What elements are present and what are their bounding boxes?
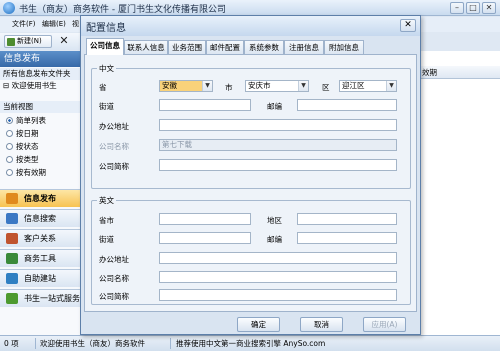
view-option[interactable]: 按日期 — [0, 128, 83, 140]
en-province-city-label: 省市 — [99, 216, 114, 225]
list-panel: 效期 — [420, 51, 500, 335]
chevron-down-icon: ▼ — [298, 81, 308, 91]
status-bar: 0 项 欢迎使用书生（商友）商务软件 推荐使用中文第一商业搜索引擎 AnySo.… — [0, 335, 500, 351]
short-name-label: 公司简称 — [99, 162, 129, 171]
en-address-label: 办公地址 — [99, 255, 129, 264]
view-option[interactable]: 按有效期 — [0, 167, 83, 179]
chevron-down-icon: ▼ — [202, 81, 212, 91]
radio-selected-icon — [6, 117, 13, 124]
info-search-icon — [6, 213, 18, 224]
en-province-city-input[interactable] — [159, 213, 251, 225]
chevron-down-icon: ▼ — [386, 81, 396, 91]
window-title: 书生（商友）商务软件 - 厦门书生文化传播有限公司 — [19, 5, 226, 15]
radio-icon — [6, 169, 13, 176]
info-publish-icon — [6, 193, 18, 204]
panel-header: 信息发布 — [0, 51, 83, 67]
radio-icon — [6, 143, 13, 150]
config-dialog: 配置信息 ✕ 公司信息 联系人信息 业务范围 邮件配置 系统参数 注册信息 附加… — [80, 15, 421, 335]
tab-panel-company: 中文 省 安徽 ▼ 市 安庆市 ▼ 区 迎江区 ▼ 街道 邮编 办公地址 公司名称 第… — [84, 54, 417, 312]
menu-view[interactable]: 视 — [72, 19, 79, 29]
app-logo-icon — [3, 2, 15, 14]
item-count: 0 项 — [4, 339, 19, 348]
tree-item[interactable]: ⊟ 欢迎使用书生 — [0, 80, 83, 92]
status-message: 欢迎使用书生（商友）商务软件 — [40, 339, 145, 348]
province-label: 省 — [99, 83, 107, 92]
company-name-input: 第七下载 — [159, 139, 397, 151]
current-view-label: 当前视图 — [0, 101, 83, 113]
nav-website[interactable]: 自助建站 — [0, 269, 83, 287]
province-select[interactable]: 安徽 ▼ — [159, 80, 213, 92]
radio-icon — [6, 130, 13, 137]
toolbar: 新建(N) ✕ — [0, 33, 88, 50]
customer-icon — [6, 233, 18, 244]
view-option[interactable]: 按类型 — [0, 154, 83, 166]
tools-icon — [6, 253, 18, 264]
en-short-name-input[interactable] — [159, 289, 397, 301]
english-legend: 英文 — [99, 196, 114, 205]
chinese-legend: 中文 — [99, 64, 114, 73]
column-header-expiry[interactable]: 效期 — [421, 66, 500, 79]
menu-file[interactable]: 文件(F) — [12, 19, 36, 29]
status-ad[interactable]: 推荐使用中文第一商业搜索引擎 AnySo.com — [176, 336, 325, 351]
dialog-title-bar: 配置信息 ✕ — [81, 16, 420, 36]
tab-system-params[interactable]: 系统参数 — [244, 40, 284, 54]
district-select[interactable]: 迎江区 ▼ — [339, 80, 397, 92]
tab-mail-config[interactable]: 邮件配置 — [206, 40, 244, 54]
en-address-input[interactable] — [159, 252, 397, 264]
nav-tools[interactable]: 商务工具 — [0, 249, 83, 267]
apply-button[interactable]: 应用(A) — [363, 317, 406, 332]
delete-icon[interactable]: ✕ — [58, 35, 70, 48]
nav-info-search[interactable]: 信息搜索 — [0, 209, 83, 227]
cancel-button[interactable]: 取消 — [300, 317, 343, 332]
tab-business-scope[interactable]: 业务范围 — [168, 40, 206, 54]
close-icon[interactable]: ✕ — [400, 19, 416, 32]
company-name-label: 公司名称 — [99, 142, 129, 151]
en-street-label: 街道 — [99, 235, 114, 244]
en-company-name-input[interactable] — [159, 271, 397, 283]
view-option[interactable]: 简单列表 — [0, 115, 83, 127]
postcode-input[interactable] — [297, 99, 397, 111]
en-company-name-label: 公司名称 — [99, 274, 129, 283]
street-input[interactable] — [159, 99, 251, 111]
tab-additional[interactable]: 附加信息 — [324, 40, 364, 54]
window-close-icon[interactable]: ✕ — [482, 2, 496, 14]
short-name-input[interactable] — [159, 159, 397, 171]
tab-contact-info[interactable]: 联系人信息 — [124, 40, 168, 54]
radio-icon — [6, 156, 13, 163]
en-region-input[interactable] — [297, 213, 397, 225]
address-input[interactable] — [159, 119, 397, 131]
en-postcode-input[interactable] — [297, 232, 397, 244]
main-title-bar: 书生（商友）商务软件 - 厦门书生文化传播有限公司 — [0, 0, 500, 16]
en-postcode-label: 邮编 — [267, 235, 282, 244]
service-icon — [6, 293, 18, 304]
nav-service[interactable]: 书生一站式服务 — [0, 289, 83, 307]
district-label: 区 — [322, 83, 330, 92]
new-icon — [7, 38, 15, 46]
tab-company-info[interactable]: 公司信息 — [86, 38, 124, 55]
city-select[interactable]: 安庆市 ▼ — [245, 80, 309, 92]
en-region-label: 地区 — [267, 216, 282, 225]
left-panel: 信息发布 所有信息发布文件夹 ⊟ 欢迎使用书生 当前视图 简单列表 按日期 按状… — [0, 51, 83, 335]
ok-button[interactable]: 确定 — [237, 317, 280, 332]
address-label: 办公地址 — [99, 122, 129, 131]
maximize-icon[interactable]: □ — [466, 2, 480, 14]
city-label: 市 — [225, 83, 233, 92]
tab-registration[interactable]: 注册信息 — [284, 40, 324, 54]
dialog-title: 配置信息 — [86, 23, 126, 34]
en-street-input[interactable] — [159, 232, 251, 244]
menu-edit[interactable]: 编辑(E) — [42, 19, 66, 29]
nav-info-publish[interactable]: 信息发布 — [0, 189, 83, 207]
new-button[interactable]: 新建(N) — [4, 35, 52, 48]
folder-breadcrumb[interactable]: 所有信息发布文件夹 — [0, 68, 83, 80]
postcode-label: 邮编 — [267, 102, 282, 111]
en-short-name-label: 公司简称 — [99, 292, 129, 301]
nav-customer[interactable]: 客户关系 — [0, 229, 83, 247]
view-option[interactable]: 按状态 — [0, 141, 83, 153]
website-icon — [6, 273, 18, 284]
minimize-icon[interactable]: – — [450, 2, 464, 14]
street-label: 街道 — [99, 102, 114, 111]
